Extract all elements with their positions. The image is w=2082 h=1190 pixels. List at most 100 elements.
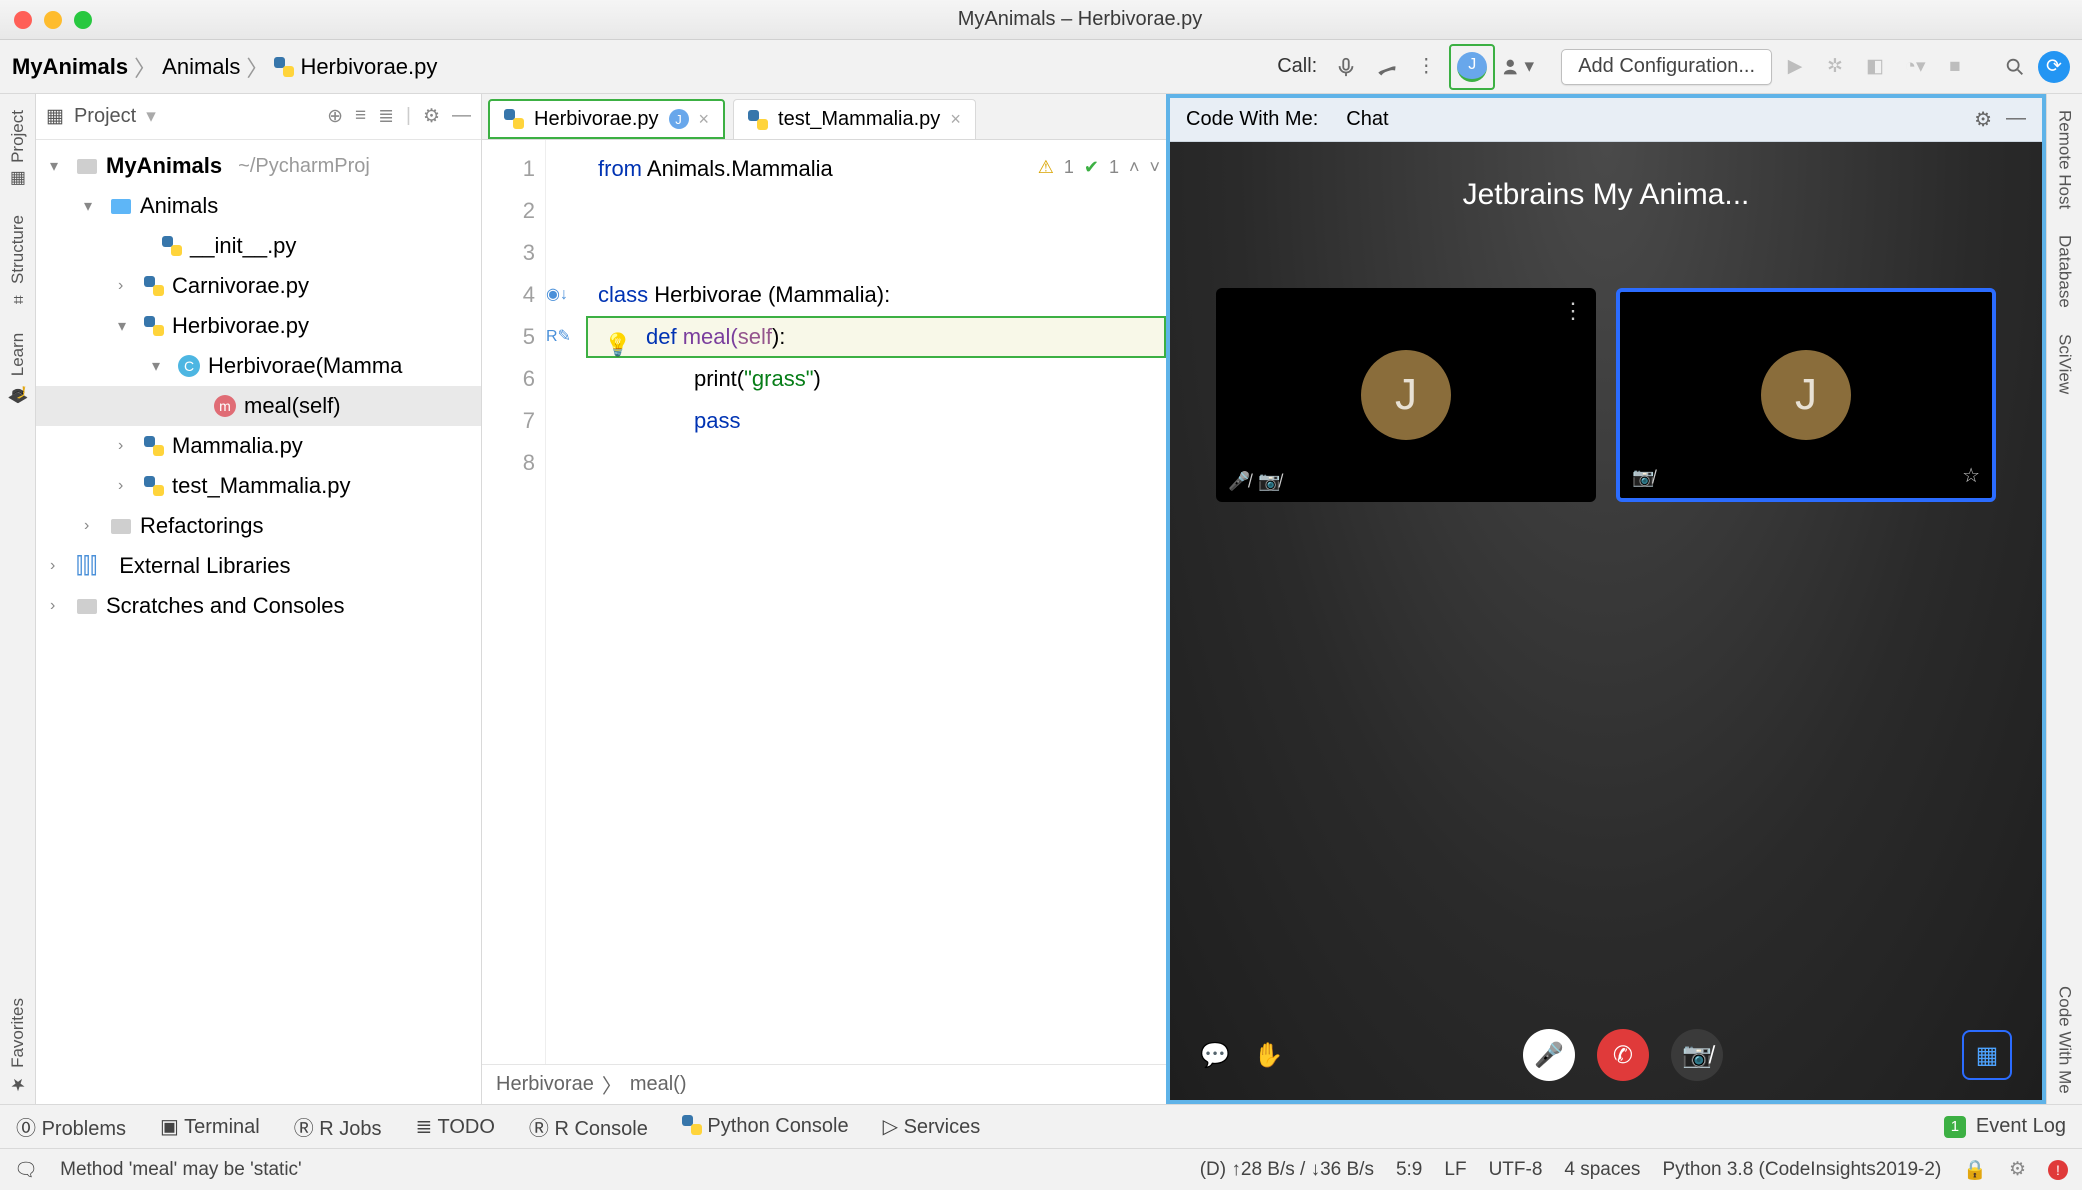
tab-project[interactable]: ▦ Project <box>4 100 32 199</box>
close-tab-icon[interactable]: × <box>699 109 710 130</box>
star-icon[interactable]: ☆ <box>1962 463 1980 488</box>
tab-code-with-me[interactable]: Code With Me <box>2051 976 2079 1104</box>
project-view-label[interactable]: Project <box>74 105 136 128</box>
gutter-icons[interactable]: ◉↓ R✎ <box>546 140 586 1064</box>
tab-terminal[interactable]: ▣ Terminal <box>160 1114 260 1139</box>
close-tab-icon[interactable]: × <box>950 109 961 130</box>
video-tile[interactable]: ⋮ J 🎤̸ 📷̸ <box>1216 288 1596 502</box>
status-indent[interactable]: 4 spaces <box>1564 1159 1640 1181</box>
tree-file-test-mammalia[interactable]: ›test_Mammalia.py <box>36 466 481 506</box>
tree-file-herbivorae[interactable]: ▾Herbivorae.py <box>36 306 481 346</box>
call-more-button[interactable]: ⋮ <box>1409 50 1443 84</box>
crumb-folder[interactable]: Animals <box>162 54 240 80</box>
python-file-icon <box>162 236 182 256</box>
override-gutter-icon[interactable]: ◉↓ <box>546 274 586 316</box>
status-encoding[interactable]: UTF-8 <box>1489 1159 1543 1181</box>
tab-label: test_Mammalia.py <box>778 108 940 131</box>
hangup-button[interactable] <box>1369 50 1403 84</box>
error-indicator-icon[interactable]: ! <box>2048 1160 2068 1180</box>
settings-icon[interactable]: ⚙ <box>423 105 440 128</box>
video-tile-self[interactable]: J 📷̸ ☆ <box>1616 288 1996 502</box>
status-line-sep[interactable]: LF <box>1444 1159 1466 1181</box>
tree-class-herbivorae[interactable]: ▾CHerbivorae(Mamma <box>36 346 481 386</box>
rename-gutter-icon[interactable]: R✎ <box>546 316 586 358</box>
up-icon[interactable]: ˄ <box>1129 146 1140 188</box>
tab-event-log[interactable]: Event Log <box>1976 1115 2066 1138</box>
tab-learn[interactable]: 🎓 Learn <box>4 323 32 413</box>
editor-breadcrumb[interactable]: Herbivorae 〉 meal() <box>482 1064 1166 1104</box>
close-window-icon[interactable] <box>14 11 32 29</box>
zoom-window-icon[interactable] <box>74 11 92 29</box>
line-gutter[interactable]: 12345678 <box>482 140 546 1064</box>
locate-icon[interactable]: ⊕ <box>327 105 343 128</box>
tree-method-meal[interactable]: mmeal(self) <box>36 386 481 426</box>
mic-button[interactable] <box>1329 50 1363 84</box>
tab-favorites[interactable]: ★ Favorites <box>4 988 32 1104</box>
tree-root[interactable]: ▾MyAnimals~/PycharmProj <box>36 146 481 186</box>
tree-folder-animals[interactable]: ▾Animals <box>36 186 481 226</box>
hide-panel-icon[interactable]: — <box>2006 107 2026 132</box>
status-hint-icon: 🗨 <box>14 1158 38 1182</box>
breadcrumb[interactable]: MyAnimals 〉 Animals 〉 Herbivorae.py <box>12 51 437 83</box>
chat-tab[interactable]: Chat <box>1346 108 1388 131</box>
camera-toggle-button[interactable]: 📷̸ <box>1671 1029 1723 1081</box>
tab-r-console[interactable]: Ⓡ R Console <box>529 1112 648 1141</box>
cwm-tab[interactable]: Code With Me: <box>1186 108 1318 131</box>
traffic-lights[interactable] <box>14 11 92 29</box>
tab-todo[interactable]: ≣ TODO <box>416 1114 495 1139</box>
project-tree[interactable]: ▾MyAnimals~/PycharmProj ▾Animals __init_… <box>36 140 481 1104</box>
mic-toggle-button[interactable]: 🎤 <box>1523 1029 1575 1081</box>
status-network[interactable]: (D) ↑28 B/s / ↓36 B/s <box>1200 1159 1374 1181</box>
crumb-file[interactable]: Herbivorae.py <box>300 54 437 80</box>
tab-r-jobs[interactable]: Ⓡ R Jobs <box>294 1112 382 1141</box>
lock-icon[interactable]: 🔒 <box>1963 1158 1987 1182</box>
add-configuration-button[interactable]: Add Configuration... <box>1561 49 1772 85</box>
participant-avatar[interactable]: J <box>1449 44 1495 90</box>
tree-external-libraries[interactable]: ›⫿⫿⫿ External Libraries <box>36 546 481 586</box>
coverage-button[interactable]: ◧ <box>1858 50 1892 84</box>
tab-sciview[interactable]: SciView <box>2051 324 2079 404</box>
inspections-widget[interactable]: ⚠1 ✔1 ˄ ˅ <box>1038 146 1160 188</box>
tab-structure[interactable]: ⌗ Structure <box>4 205 32 317</box>
tree-folder-refactorings[interactable]: ›Refactorings <box>36 506 481 546</box>
chat-icon[interactable]: 💬 <box>1200 1041 1230 1070</box>
tab-herbivorae[interactable]: Herbivorae.py J × <box>488 99 725 139</box>
status-interpreter[interactable]: Python 3.8 (CodeInsights2019-2) <box>1662 1159 1941 1181</box>
code-editor[interactable]: 💡 ⚠1 ✔1 ˄ ˅ from Animals.Mammalia class … <box>586 140 1166 1064</box>
minimize-window-icon[interactable] <box>44 11 62 29</box>
down-icon[interactable]: ˅ <box>1149 146 1160 188</box>
tab-python-console[interactable]: Python Console <box>682 1115 849 1138</box>
crumb-class[interactable]: Herbivorae <box>496 1073 594 1096</box>
gear-icon[interactable]: ⚙ <box>1974 107 1992 132</box>
left-tool-rail: ▦ Project ⌗ Structure 🎓 Learn ★ Favorite… <box>0 94 36 1104</box>
tree-file-mammalia[interactable]: ›Mammalia.py <box>36 426 481 466</box>
hide-icon[interactable]: — <box>452 105 471 128</box>
editor-area: Herbivorae.py J × test_Mammalia.py × 123… <box>482 94 1166 1104</box>
tab-problems[interactable]: ⓪ Problems <box>16 1112 126 1141</box>
tree-file-init[interactable]: __init__.py <box>36 226 481 266</box>
search-everywhere-button[interactable] <box>1998 50 2032 84</box>
expand-all-icon[interactable]: ≡ <box>355 105 366 128</box>
ide-settings-icon[interactable]: ⚙ <box>2009 1158 2026 1181</box>
collapse-all-icon[interactable]: ≣ <box>378 105 394 128</box>
profile-button[interactable]: ◔▾ <box>1898 50 1932 84</box>
tile-more-icon[interactable]: ⋮ <box>1562 298 1584 324</box>
raise-hand-icon[interactable]: ✋ <box>1254 1041 1284 1070</box>
tab-test-mammalia[interactable]: test_Mammalia.py × <box>733 99 976 139</box>
end-call-button[interactable]: ✆ <box>1597 1029 1649 1081</box>
class-icon: C <box>178 355 200 377</box>
tab-remote-host[interactable]: Remote Host <box>2051 100 2079 219</box>
tree-scratches[interactable]: ›Scratches and Consoles <box>36 586 481 626</box>
run-button[interactable]: ▶ <box>1778 50 1812 84</box>
tree-file-carnivorae[interactable]: ›Carnivorae.py <box>36 266 481 306</box>
crumb-method[interactable]: meal() <box>630 1073 687 1096</box>
grid-view-button[interactable]: ▦ <box>1962 1030 2012 1080</box>
debug-button[interactable]: ✲ <box>1818 50 1852 84</box>
status-caret-pos[interactable]: 5:9 <box>1396 1159 1422 1181</box>
users-dropdown[interactable]: ▾ <box>1501 50 1535 84</box>
tab-database[interactable]: Database <box>2051 225 2079 318</box>
tab-services[interactable]: ▷ Services <box>883 1114 981 1139</box>
crumb-project[interactable]: MyAnimals <box>12 54 128 80</box>
sync-button[interactable]: ⟳ <box>2038 51 2070 83</box>
stop-button[interactable]: ■ <box>1938 50 1972 84</box>
